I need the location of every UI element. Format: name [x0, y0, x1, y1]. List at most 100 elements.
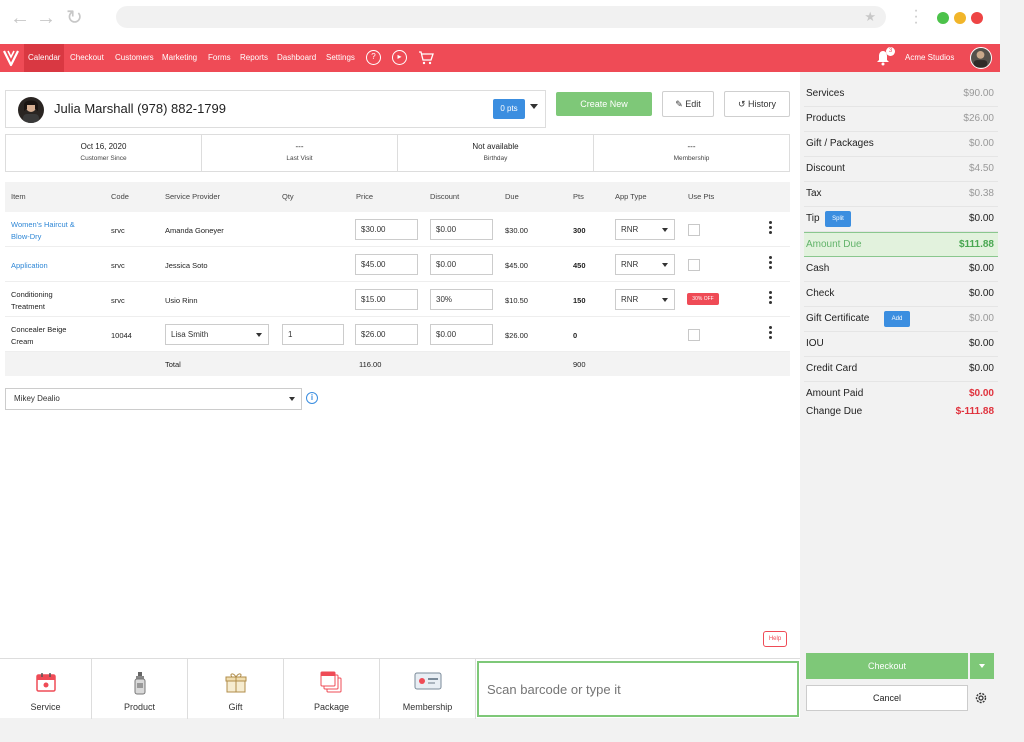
stat-last-visit: --- Last Visit: [202, 135, 398, 171]
item-name-line2[interactable]: Cream: [11, 337, 34, 346]
edit-button[interactable]: ✎ Edit: [662, 91, 714, 117]
qty-input[interactable]: 1: [282, 324, 344, 345]
nav-forms[interactable]: Forms: [204, 44, 235, 72]
cancel-button[interactable]: Cancel: [806, 685, 968, 711]
address-bar[interactable]: ★: [116, 6, 886, 28]
item-name-line1[interactable]: Conditioning: [11, 290, 53, 299]
customer-name[interactable]: Julia Marshall (978) 882-1799: [54, 101, 226, 116]
discount-input[interactable]: 30%: [430, 289, 493, 310]
item-name-line2[interactable]: Blow-Dry: [11, 232, 41, 241]
help-button[interactable]: Help: [763, 631, 787, 647]
use-pts-checkbox[interactable]: [688, 329, 700, 341]
item-code: srvc: [111, 296, 125, 305]
summary-row-cash[interactable]: Cash $0.00: [804, 257, 998, 282]
summary-row-services: Services $90.00: [804, 82, 998, 107]
price-input[interactable]: $26.00: [355, 324, 418, 345]
item-name-line2[interactable]: Treatment: [11, 302, 45, 311]
back-icon[interactable]: ←: [10, 8, 30, 28]
summary-value: $0.00: [968, 338, 994, 349]
summary-label: Discount: [806, 163, 845, 174]
checkout-main: Julia Marshall (978) 882-1799 0 pts Crea…: [0, 72, 800, 658]
nav-calendar[interactable]: Calendar: [24, 44, 65, 72]
checkout-options-caret-icon[interactable]: [970, 653, 994, 679]
window-maximize-dot[interactable]: [937, 12, 949, 24]
stat-label: Membership: [673, 155, 710, 162]
price-input[interactable]: $15.00: [355, 289, 418, 310]
gear-icon[interactable]: [974, 691, 988, 705]
app-type-select[interactable]: RNR: [615, 219, 675, 240]
customer-avatar[interactable]: [18, 97, 44, 123]
play-circle-icon[interactable]: ▸: [392, 50, 407, 65]
split-tip-button[interactable]: Split: [825, 211, 851, 227]
staff-select[interactable]: Mikey Dealio: [5, 388, 302, 410]
summary-label: Tip: [806, 213, 820, 224]
browser-toolbar: ← → ↻ ★ · · ·: [0, 0, 1000, 44]
use-pts-checkbox[interactable]: [688, 224, 700, 236]
summary-label: Credit Card: [806, 363, 858, 374]
product-tile[interactable]: Product: [92, 659, 188, 719]
discount-input[interactable]: $0.00: [430, 254, 493, 275]
service-tile[interactable]: Service: [0, 659, 92, 719]
nav-checkout[interactable]: Checkout: [66, 44, 108, 72]
price-input[interactable]: $45.00: [355, 254, 418, 275]
window-close-dot[interactable]: [971, 12, 983, 24]
add-gift-certificate-button[interactable]: Add: [884, 311, 910, 327]
service-provider-select[interactable]: Lisa Smith: [165, 324, 269, 345]
gift-tile[interactable]: Gift: [188, 659, 284, 719]
package-icon: [320, 671, 341, 693]
user-avatar[interactable]: [970, 47, 992, 69]
create-new-button[interactable]: Create New: [556, 92, 652, 116]
summary-row-gift-packages: Gift / Packages $0.00: [804, 132, 998, 157]
item-code: srvc: [111, 261, 125, 270]
nav-customers[interactable]: Customers: [111, 44, 158, 72]
reload-icon[interactable]: ↻: [66, 8, 83, 28]
app-type-select[interactable]: RNR: [615, 254, 675, 275]
window-minimize-dot[interactable]: [954, 12, 966, 24]
app-type-select[interactable]: RNR: [615, 289, 675, 310]
col-discount: Discount: [430, 192, 460, 201]
discount-input[interactable]: $0.00: [430, 324, 493, 345]
summary-label: Products: [806, 113, 846, 124]
points-value: 450: [573, 261, 586, 270]
app-logo-icon[interactable]: [2, 47, 20, 69]
item-name-line1[interactable]: Application: [11, 261, 48, 270]
price-input[interactable]: $30.00: [355, 219, 418, 240]
summary-row-check[interactable]: Check $0.00: [804, 282, 998, 307]
item-name-line1[interactable]: Women's Haircut &: [11, 220, 75, 229]
summary-value: $0.00: [968, 288, 994, 299]
use-pts-checkbox[interactable]: [688, 259, 700, 271]
col-pts: Pts: [573, 192, 584, 201]
nav-reports[interactable]: Reports: [236, 44, 272, 72]
customer-dropdown-caret-icon[interactable]: [530, 104, 538, 109]
nav-dashboard[interactable]: Dashboard: [273, 44, 320, 72]
browser-menu-icon[interactable]: · · ·: [912, 3, 920, 31]
table-row: Application srvc Jessica Soto $45.00 $0.…: [5, 247, 790, 282]
row-menu-icon[interactable]: [769, 221, 773, 236]
points-badge[interactable]: 0 pts: [493, 99, 525, 119]
summary-value: $0.00: [968, 313, 994, 324]
discount-input[interactable]: $0.00: [430, 219, 493, 240]
summary-value: $90.00: [963, 88, 994, 99]
cart-icon[interactable]: [418, 51, 434, 65]
nav-settings[interactable]: Settings: [322, 44, 359, 72]
barcode-input[interactable]: [479, 663, 797, 715]
info-icon[interactable]: i: [306, 392, 318, 404]
summary-label: Check: [806, 288, 835, 299]
row-menu-icon[interactable]: [769, 326, 773, 341]
row-menu-icon[interactable]: [769, 256, 773, 271]
studio-name[interactable]: Acme Studios: [905, 44, 954, 72]
forward-icon[interactable]: →: [36, 8, 56, 28]
summary-row-iou[interactable]: IOU $0.00: [804, 332, 998, 357]
item-name-line1[interactable]: Concealer Beige: [11, 325, 66, 334]
bookmark-star-icon[interactable]: ★: [864, 9, 876, 25]
checkout-button[interactable]: Checkout: [806, 653, 968, 679]
nav-marketing[interactable]: Marketing: [158, 44, 201, 72]
summary-row-credit-card[interactable]: Credit Card $0.00: [804, 357, 998, 382]
row-menu-icon[interactable]: [769, 291, 773, 306]
help-circle-icon[interactable]: ?: [366, 50, 381, 65]
customer-card: Julia Marshall (978) 882-1799 0 pts: [5, 90, 546, 128]
history-button[interactable]: ↺ History: [724, 91, 790, 117]
membership-tile[interactable]: Membership: [380, 659, 476, 719]
change-due-label: Change Due: [806, 406, 863, 417]
package-tile[interactable]: Package: [284, 659, 380, 719]
